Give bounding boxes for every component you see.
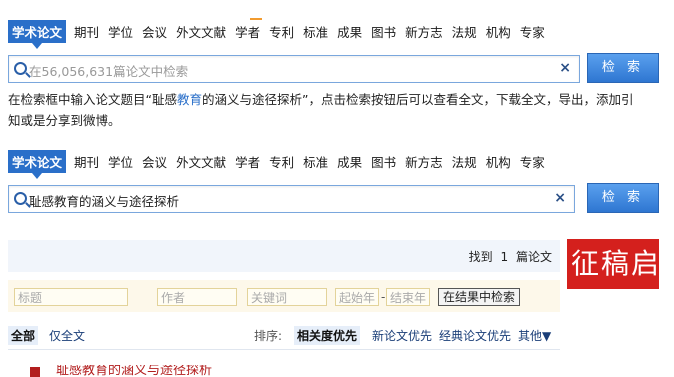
sort-newest[interactable]: 新论文优先: [372, 327, 432, 344]
instruction-highlight: 教育: [176, 92, 202, 107]
tab-conferences[interactable]: 会议: [142, 22, 167, 41]
tab-local-chronicles[interactable]: 新方志: [405, 22, 443, 41]
filter-start-year-input[interactable]: 起始年: [335, 288, 379, 306]
results-summary-bar: 找到 1 篇论文: [8, 240, 560, 272]
filter-author-input[interactable]: 作者: [157, 288, 237, 306]
tab-experts[interactable]: 专家: [520, 22, 545, 41]
filter-year-dash: -: [381, 290, 386, 304]
tab-achievements[interactable]: 成果: [337, 152, 362, 171]
results-suffix: 篇论文: [515, 250, 552, 264]
tab-degrees[interactable]: 学位: [108, 22, 133, 41]
list-item: 耻感教育的涵义与途径探析: [30, 365, 330, 377]
filter-end-year-input[interactable]: 结束年: [386, 288, 430, 306]
tab-experts[interactable]: 专家: [520, 152, 545, 171]
tab-patents[interactable]: 专利: [269, 152, 294, 171]
search-placeholder: 在56,056,631篇论文中检索: [29, 64, 189, 79]
tab-institutions[interactable]: 机构: [486, 22, 511, 41]
category-nav-top: 学术论文 期刊 学位 会议 外文文献 学者 专利 标准 成果 图书 新方志 法规…: [8, 17, 554, 49]
tab-local-chronicles[interactable]: 新方志: [405, 152, 443, 171]
sort-classic[interactable]: 经典论文优先: [439, 327, 511, 344]
search-within-results-button[interactable]: 在结果中检索: [438, 288, 521, 306]
search-button-bottom[interactable]: 检 索: [587, 183, 659, 213]
tab-academic-papers[interactable]: 学术论文: [8, 19, 67, 49]
tab-regulations[interactable]: 法规: [452, 22, 477, 41]
search-input-bottom[interactable]: 耻感教育的涵义与途径探析 ×: [8, 185, 575, 213]
instruction-part1: 在检索框中输入论文题目“耻感: [8, 92, 177, 107]
category-nav-bottom: 学术论文 期刊 学位 会议 外文文献 学者 专利 标准 成果 图书 新方志 法规…: [8, 149, 554, 179]
filter-fulltext-only[interactable]: 仅全文: [49, 327, 85, 344]
results-prefix: 找到: [468, 250, 493, 264]
results-number: 1: [500, 250, 509, 264]
sort-bar: 全部 仅全文 排序: 相关度优先 新论文优先 经典论文优先 其他▼: [8, 323, 560, 350]
tab-books[interactable]: 图书: [371, 22, 396, 41]
sort-label: 排序:: [254, 329, 283, 343]
tab-patents[interactable]: 专利: [269, 22, 294, 41]
clear-icon[interactable]: ×: [554, 190, 566, 206]
clear-icon[interactable]: ×: [559, 60, 571, 76]
tab-achievements[interactable]: 成果: [337, 22, 362, 41]
tab-scholars[interactable]: 学者: [235, 152, 260, 171]
tab-regulations[interactable]: 法规: [452, 152, 477, 171]
tab-scholars[interactable]: 学者: [235, 17, 263, 41]
filter-keyword-input[interactable]: 关键词: [247, 288, 327, 306]
filter-all[interactable]: 全部: [8, 326, 39, 345]
tab-journals[interactable]: 期刊: [74, 152, 99, 171]
call-for-papers-banner[interactable]: 征稿启: [567, 239, 659, 289]
search-value: 耻感教育的涵义与途径探析: [29, 194, 180, 209]
tab-foreign-literature[interactable]: 外文文献: [176, 152, 226, 171]
search-button-top[interactable]: 检 索: [587, 53, 659, 83]
instruction-text: 在检索框中输入论文题目“耻感教育的涵义与途径探析”，点击检索按钮后可以查看全文，…: [8, 89, 674, 131]
tab-institutions[interactable]: 机构: [486, 152, 511, 171]
tab-standards[interactable]: 标准: [303, 152, 328, 171]
tab-journals[interactable]: 期刊: [74, 22, 99, 41]
tab-books[interactable]: 图书: [371, 152, 396, 171]
search-input-top[interactable]: 在56,056,631篇论文中检索 ×: [8, 55, 580, 83]
instruction-part2: 的涵义与途径探析”，点击检索按钮后可以查看全文，下载全文，导出，添加引: [202, 92, 634, 107]
search-icon: [14, 62, 27, 75]
tab-conferences[interactable]: 会议: [142, 152, 167, 171]
instruction-line2: 知或是分享到微博。: [8, 113, 121, 128]
tab-foreign-literature[interactable]: 外文文献: [176, 22, 226, 41]
filter-bar: 标题 作者 关键词 起始年 - 结束年 在结果中检索: [8, 280, 560, 312]
results-count: 找到 1 篇论文: [467, 248, 554, 265]
filter-title-input[interactable]: 标题: [14, 288, 128, 306]
pdf-icon: [30, 367, 40, 377]
tab-academic-papers[interactable]: 学术论文: [8, 149, 67, 179]
tab-degrees[interactable]: 学位: [108, 152, 133, 171]
result-title-link[interactable]: 耻感教育的涵义与途径探析: [56, 365, 212, 377]
sort-other-dropdown[interactable]: 其他▼: [518, 327, 551, 344]
search-icon: [14, 192, 27, 205]
sort-relevance[interactable]: 相关度优先: [294, 326, 361, 345]
tab-standards[interactable]: 标准: [303, 22, 328, 41]
